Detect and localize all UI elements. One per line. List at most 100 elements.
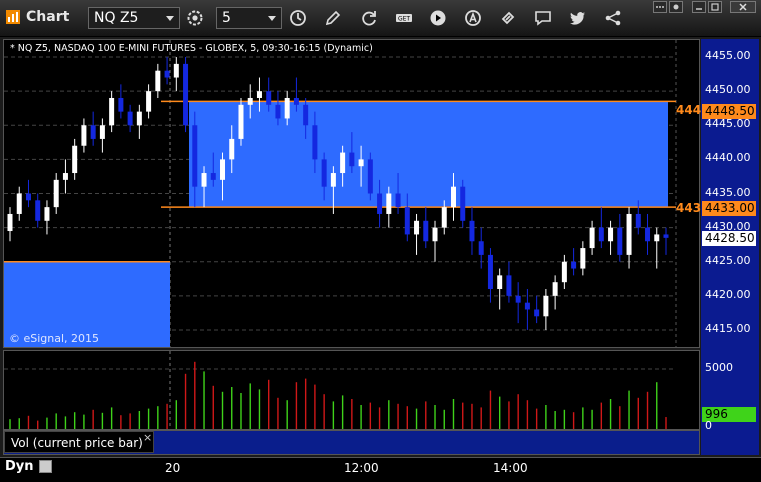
candle-body xyxy=(192,125,198,187)
comment-icon xyxy=(535,11,551,26)
candle xyxy=(367,152,373,201)
chart-app-icon xyxy=(6,10,20,24)
alert-button[interactable] xyxy=(460,7,486,29)
candle-body xyxy=(506,275,512,296)
candle xyxy=(173,57,179,92)
lock-icon[interactable] xyxy=(39,460,52,473)
candle-body xyxy=(386,193,392,214)
minimize-icon xyxy=(696,8,702,10)
candle-body xyxy=(164,70,170,78)
candle-body xyxy=(432,227,438,242)
volume-axis-tick: 5000 xyxy=(705,361,733,374)
candle xyxy=(663,227,669,255)
refresh-icon xyxy=(362,11,376,26)
chevron-down-icon[interactable] xyxy=(166,16,174,21)
refresh-button[interactable] xyxy=(356,7,382,29)
price-axis-tick: 4435.00 xyxy=(705,185,751,199)
candle-body xyxy=(25,193,31,201)
price-axis-tick: 4420.00 xyxy=(705,287,751,301)
time-axis-label: 12:00 xyxy=(344,461,379,475)
candle-body xyxy=(210,173,216,180)
volume-study-label[interactable]: Vol (current price bar) xyxy=(4,431,154,453)
candle-body xyxy=(146,91,152,112)
price-axis-tick: 4425.00 xyxy=(705,253,751,267)
candle xyxy=(626,207,632,269)
candle xyxy=(515,282,521,324)
candle-body xyxy=(173,63,179,78)
window-menu-button[interactable] xyxy=(653,1,667,13)
close-icon xyxy=(739,3,747,11)
candle-body xyxy=(497,275,503,290)
candle-body xyxy=(580,248,586,269)
symbol-combo[interactable]: NQ Z5 xyxy=(88,7,180,29)
candle-body xyxy=(155,70,161,92)
candle xyxy=(432,220,438,262)
link-button[interactable] xyxy=(495,7,521,29)
close-window-button[interactable] xyxy=(730,1,756,13)
volume-panel[interactable] xyxy=(3,350,700,430)
candle-body xyxy=(321,159,327,187)
close-study-icon[interactable]: × xyxy=(143,431,152,444)
time-template-button[interactable] xyxy=(285,7,311,29)
dynamic-mode-label[interactable]: Dyn xyxy=(5,459,34,474)
candle xyxy=(99,118,105,153)
minimize-button[interactable] xyxy=(692,1,706,13)
candle-body xyxy=(109,97,115,126)
pin-window-button[interactable] xyxy=(669,1,683,13)
interval-value: 5 xyxy=(222,10,231,26)
get-data-button[interactable]: GET xyxy=(391,7,417,29)
menu-dots-icon xyxy=(656,6,664,8)
candle-body xyxy=(589,227,595,249)
candle-body xyxy=(62,173,68,180)
time-axis-label: 14:00 xyxy=(493,461,528,475)
candle xyxy=(654,227,660,269)
candle xyxy=(146,84,152,119)
candle xyxy=(423,207,429,249)
window-title: Chart xyxy=(26,9,70,25)
draw-tool-button[interactable] xyxy=(320,7,346,29)
price-axis-tick: 4440.00 xyxy=(705,151,751,165)
candle-body xyxy=(441,207,447,228)
candle-body xyxy=(330,173,336,187)
settings-button[interactable] xyxy=(182,7,208,29)
candle-body xyxy=(367,159,373,194)
maximize-button[interactable] xyxy=(708,1,722,13)
twitter-button[interactable] xyxy=(565,7,591,29)
candle-body xyxy=(617,227,623,255)
candle-body xyxy=(478,241,484,255)
lower-level-price-tag: 4433.00 xyxy=(702,201,756,216)
candle-body xyxy=(543,295,549,317)
price-axis[interactable]: 4455.00 4450.00 4445.00 4440.00 4435.00 4430.… xyxy=(701,39,759,455)
candle-body xyxy=(72,145,78,174)
volume-chart-plot[interactable] xyxy=(4,351,699,429)
candle xyxy=(598,207,604,249)
last-price-tag: 4428.50 xyxy=(702,231,756,246)
candle xyxy=(35,193,41,228)
time-axis[interactable] xyxy=(0,457,761,482)
candle-body xyxy=(487,254,493,290)
play-button[interactable] xyxy=(425,7,451,29)
link-icon xyxy=(501,11,515,25)
interval-combo[interactable]: 5 xyxy=(216,7,282,29)
candle xyxy=(580,241,586,276)
candle-body xyxy=(626,213,632,255)
candle-body xyxy=(53,179,59,208)
price-axis-tick: 4455.00 xyxy=(705,49,751,63)
candle xyxy=(53,173,59,214)
comment-button[interactable] xyxy=(530,7,556,29)
candle-body xyxy=(561,261,567,283)
candle-body xyxy=(524,302,530,310)
candle-body xyxy=(127,111,133,126)
price-panel[interactable]: * NQ Z5, NASDAQ 100 E-MINI FUTURES - GLO… xyxy=(3,39,700,348)
candle xyxy=(238,97,244,146)
candle xyxy=(127,104,133,133)
candle xyxy=(183,57,189,133)
price-chart-plot[interactable] xyxy=(4,40,699,347)
candle-body xyxy=(201,173,207,187)
candle-body xyxy=(450,186,456,208)
candle-body xyxy=(118,97,124,112)
chevron-down-icon[interactable] xyxy=(268,16,276,21)
share-button[interactable] xyxy=(600,7,626,29)
candle xyxy=(118,84,124,119)
candle xyxy=(7,207,13,242)
